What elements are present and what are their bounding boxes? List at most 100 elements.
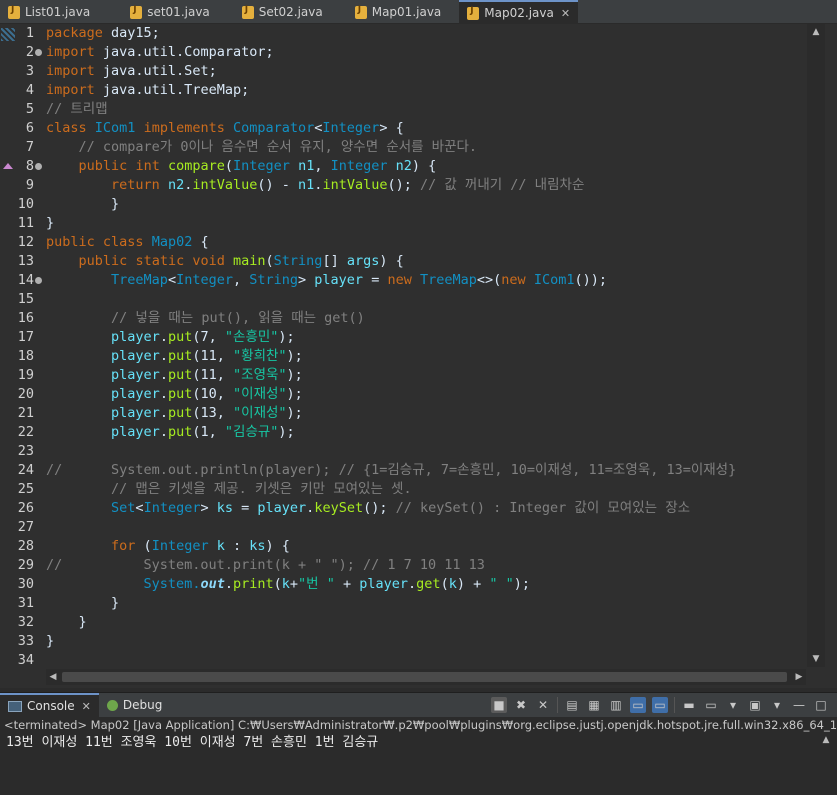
tab-map02[interactable]: Map02.java ✕ bbox=[459, 0, 579, 24]
code-line: player.put(13, "이재성"); bbox=[111, 405, 303, 421]
line-number: 4 bbox=[25, 82, 34, 98]
tab-console[interactable]: Console ✕ bbox=[0, 693, 99, 717]
line-number: 5 bbox=[25, 101, 34, 117]
console-tab-bar: Console ✕ Debug ■ ✖ ✕ ▤ ▦ ▥ ▭ ▭ ▬ ▭ ▾ ▣ ▾… bbox=[0, 693, 837, 717]
scroll-down-icon[interactable]: ▼ bbox=[807, 651, 825, 667]
line-number: 28 bbox=[17, 538, 34, 554]
clear-console-icon[interactable]: ▤ bbox=[564, 697, 580, 713]
code-line: System.out.print(k+"번 " + player.get(k) … bbox=[143, 576, 531, 592]
minimize-icon[interactable]: — bbox=[791, 697, 807, 713]
override-marker-icon bbox=[3, 163, 13, 169]
line-number: 9 bbox=[25, 177, 34, 193]
line-number: 17 bbox=[17, 329, 34, 345]
code-line: for (Integer k : ks) { bbox=[111, 538, 290, 554]
code-line: Set<Integer> ks = player.keySet(); // ke… bbox=[111, 500, 691, 516]
pin-console-icon[interactable]: ▬ bbox=[681, 697, 697, 713]
line-number: 15 bbox=[17, 291, 34, 307]
code-line: package day15; bbox=[46, 25, 160, 41]
line-number: 6 bbox=[25, 120, 34, 136]
tab-debug[interactable]: Debug bbox=[99, 693, 170, 717]
java-file-icon bbox=[241, 5, 254, 19]
line-number: 30 bbox=[17, 576, 34, 592]
word-wrap-icon[interactable]: ▥ bbox=[608, 697, 624, 713]
line-number: 3 bbox=[25, 63, 34, 79]
tab-label: Debug bbox=[122, 698, 163, 712]
tab-label: set01.java bbox=[147, 5, 210, 19]
scroll-left-icon[interactable]: ◀ bbox=[46, 669, 60, 685]
remove-all-terminated-icon[interactable]: ✕ bbox=[535, 697, 551, 713]
console-toolbar: ■ ✖ ✕ ▤ ▦ ▥ ▭ ▭ ▬ ▭ ▾ ▣ ▾ — □ bbox=[491, 697, 829, 713]
line-number: 32 bbox=[17, 614, 34, 630]
line-number: 12 bbox=[17, 234, 34, 250]
tab-list01[interactable]: List01.java bbox=[0, 0, 98, 24]
tab-label: Set02.java bbox=[258, 5, 323, 19]
console-output[interactable]: 13번 이재성 11번 조영욱 10번 이재성 7번 손흥민 1번 김승규 bbox=[0, 733, 837, 753]
code-line: // 넣을 때는 put(), 읽을 때는 get() bbox=[46, 310, 365, 326]
terminate-icon[interactable]: ■ bbox=[491, 697, 507, 713]
code-line: public int compare(Integer n1, Integer n… bbox=[78, 158, 437, 174]
remove-launch-icon[interactable]: ✖ bbox=[513, 697, 529, 713]
editor-tab-bar: List01.java set01.java Set02.java Map01.… bbox=[0, 0, 837, 24]
display-console-icon[interactable]: ▭ bbox=[703, 697, 719, 713]
tab-label: Map01.java bbox=[371, 5, 442, 19]
line-number: 29 bbox=[17, 557, 34, 573]
scroll-up-icon[interactable]: ▲ bbox=[807, 24, 825, 40]
vertical-scrollbar[interactable]: ▲ ▼ bbox=[807, 24, 825, 667]
new-console-icon[interactable]: ▣ bbox=[747, 697, 763, 713]
fold-icon[interactable] bbox=[35, 277, 42, 284]
scroll-right-icon[interactable]: ▶ bbox=[792, 669, 806, 685]
tab-set01[interactable]: set01.java bbox=[122, 0, 218, 24]
close-icon[interactable]: ✕ bbox=[561, 7, 570, 20]
code-line: // 트리맵 bbox=[46, 101, 108, 117]
horizontal-scrollbar[interactable]: ◀ ▶ bbox=[46, 669, 806, 685]
line-number: 16 bbox=[17, 310, 34, 326]
line-number: 10 bbox=[17, 196, 34, 212]
fold-icon[interactable] bbox=[35, 163, 42, 170]
java-file-icon bbox=[354, 5, 367, 19]
code-line: } bbox=[46, 614, 87, 630]
toolbar-separator bbox=[674, 697, 675, 713]
line-number: 23 bbox=[17, 443, 34, 459]
tab-label: List01.java bbox=[25, 5, 91, 19]
scrollbar-thumb[interactable] bbox=[62, 672, 787, 682]
line-number: 21 bbox=[17, 405, 34, 421]
code-line: } bbox=[46, 595, 120, 611]
dropdown-icon[interactable]: ▾ bbox=[725, 697, 741, 713]
line-number: 22 bbox=[17, 424, 34, 440]
java-file-icon bbox=[130, 5, 143, 19]
maximize-icon[interactable]: □ bbox=[813, 697, 829, 713]
line-number: 13 bbox=[17, 253, 34, 269]
code-editor[interactable]: 1 2 3 4 5 6 7 8 9 10 11 12 13 14 15 16 17 18 19 20 21 22 23 24 2… bbox=[0, 24, 837, 688]
line-number: 31 bbox=[17, 595, 34, 611]
code-line: } bbox=[46, 633, 55, 649]
close-icon[interactable]: ✕ bbox=[82, 700, 91, 713]
code-line: // System.out.print(k + " "); // 1 7 10 … bbox=[46, 557, 485, 573]
line-number: 26 bbox=[17, 500, 34, 516]
fold-icon[interactable] bbox=[35, 49, 42, 56]
tab-set02[interactable]: Set02.java bbox=[234, 0, 331, 24]
code-line: public static void main(String[] args) { bbox=[78, 253, 404, 269]
show-on-stdout-icon[interactable]: ▭ bbox=[630, 697, 646, 713]
tab-label: Map02.java bbox=[484, 6, 554, 20]
java-file-icon bbox=[8, 5, 20, 19]
console-panel: Console ✕ Debug ■ ✖ ✕ ▤ ▦ ▥ ▭ ▭ ▬ ▭ ▾ ▣ ▾… bbox=[0, 692, 837, 795]
tab-map01[interactable]: Map01.java bbox=[347, 0, 450, 24]
code-line: player.put(10, "이재성"); bbox=[111, 386, 303, 402]
code-line: } bbox=[46, 215, 55, 231]
code-area[interactable]: package day15; import java.util.Comparat… bbox=[46, 24, 807, 667]
line-number: 11 bbox=[17, 215, 34, 231]
code-line: import java.util.Comparator; bbox=[46, 44, 274, 60]
scroll-lock-icon[interactable]: ▦ bbox=[586, 697, 602, 713]
code-line: player.put(1, "김승규"); bbox=[111, 424, 295, 440]
code-line: class ICom1 implements Comparator<Intege… bbox=[46, 120, 404, 136]
console-scroll-up-icon[interactable]: ▲ bbox=[819, 735, 833, 795]
line-number: 14 bbox=[17, 272, 34, 288]
line-number: 18 bbox=[17, 348, 34, 364]
dropdown-icon[interactable]: ▾ bbox=[769, 697, 785, 713]
bug-icon bbox=[106, 699, 118, 711]
code-line: // compare가 0이나 음수면 순서 유지, 양수면 순서를 바꾼다. bbox=[46, 139, 478, 155]
show-on-stderr-icon[interactable]: ▭ bbox=[652, 697, 668, 713]
